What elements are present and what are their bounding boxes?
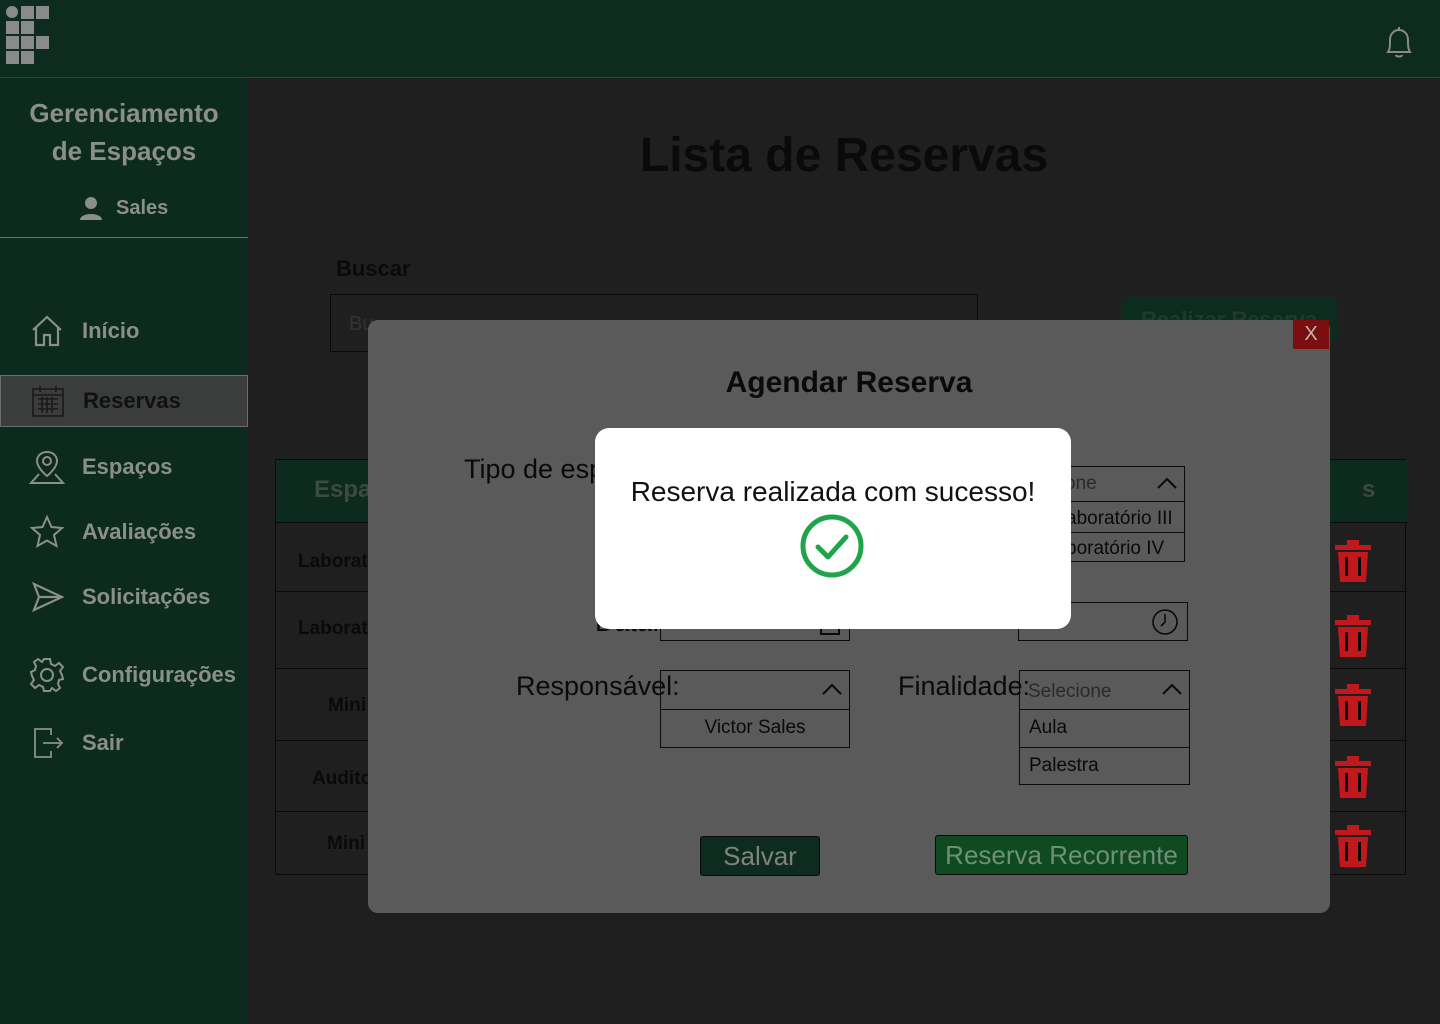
logo-icon bbox=[6, 6, 52, 66]
sidebar-item-configuracoes[interactable]: Configurações bbox=[0, 649, 248, 701]
table-header-acoes: s bbox=[1362, 476, 1376, 503]
sidebar-item-sair[interactable]: Sair bbox=[0, 717, 248, 769]
sidebar-item-espacos[interactable]: Espaços bbox=[0, 441, 248, 493]
select-option[interactable]: aboratório III bbox=[1057, 501, 1184, 532]
select-option[interactable]: Victor Sales bbox=[661, 709, 849, 748]
success-dialog: Reserva realizada com sucesso! bbox=[595, 428, 1071, 629]
responsavel-label: Responsável: bbox=[516, 671, 680, 701]
tipo-espaco-select[interactable]: one aboratório III boratório IV bbox=[1056, 466, 1185, 562]
finalidade-select[interactable]: Selecione Aula Palestra bbox=[1019, 670, 1190, 785]
map-pin-icon bbox=[28, 448, 66, 486]
trash-icon[interactable] bbox=[1334, 614, 1372, 658]
sidebar-item-inicio[interactable]: Início bbox=[0, 305, 248, 357]
bell-icon[interactable] bbox=[1380, 24, 1418, 62]
select-option[interactable]: Aula bbox=[1020, 709, 1189, 747]
table-header-espaco: Espa bbox=[314, 476, 372, 503]
salvar-button[interactable]: Salvar bbox=[700, 836, 820, 876]
sidebar-item-label: Reservas bbox=[83, 388, 181, 413]
modal-title: Agendar Reserva bbox=[725, 366, 973, 399]
search-label: Buscar bbox=[336, 256, 411, 281]
responsavel-select[interactable]: Victor Sales bbox=[660, 670, 850, 748]
sidebar-item-avaliacoes[interactable]: Avaliações bbox=[0, 506, 248, 558]
select-option[interactable]: boratório IV bbox=[1057, 532, 1184, 563]
clock-icon[interactable] bbox=[1151, 608, 1179, 636]
user-icon bbox=[80, 197, 102, 220]
chevron-up-icon[interactable] bbox=[1161, 681, 1183, 697]
sidebar-item-label: Espaços bbox=[82, 454, 173, 479]
sidebar-item-label: Configurações bbox=[82, 662, 237, 687]
page-title: Lista de Reservas bbox=[639, 129, 1049, 182]
app-title-line1: Gerenciamento bbox=[29, 98, 219, 128]
sidebar-item-solicitacoes[interactable]: Solicitações bbox=[0, 571, 248, 623]
sidebar: Gerenciamento de Espaços Sales Início Re… bbox=[0, 78, 248, 1024]
calendar-icon bbox=[29, 382, 67, 420]
send-icon bbox=[28, 578, 66, 616]
tipo-espaco-label: Tipo de esp bbox=[464, 454, 605, 484]
sidebar-item-label: Avaliações bbox=[82, 519, 197, 544]
app-title: Gerenciamento de Espaços bbox=[0, 94, 248, 170]
top-bar bbox=[0, 0, 1440, 78]
table-cell-espaco: Laborat bbox=[298, 551, 368, 572]
success-message: Reserva realizada com sucesso! bbox=[630, 476, 1036, 507]
reserva-recorrente-button[interactable]: Reserva Recorrente bbox=[935, 835, 1188, 875]
user-profile[interactable]: Sales bbox=[78, 193, 168, 223]
sidebar-divider bbox=[0, 237, 248, 238]
logout-icon bbox=[28, 724, 66, 762]
table-cell-espaco: Laborat bbox=[298, 618, 368, 639]
chevron-up-icon[interactable] bbox=[821, 681, 843, 697]
sidebar-item-label: Solicitações bbox=[82, 584, 211, 609]
trash-icon[interactable] bbox=[1334, 755, 1372, 799]
finalidade-label: Finalidade: bbox=[898, 671, 1031, 701]
trash-icon[interactable] bbox=[1334, 683, 1372, 727]
select-option[interactable]: Palestra bbox=[1020, 747, 1189, 785]
close-button[interactable]: X bbox=[1293, 320, 1329, 349]
gear-icon bbox=[28, 656, 66, 694]
star-icon bbox=[28, 513, 66, 551]
chevron-up-icon[interactable] bbox=[1156, 475, 1178, 491]
sidebar-item-label: Início bbox=[82, 318, 140, 343]
home-icon bbox=[28, 312, 66, 350]
trash-icon[interactable] bbox=[1334, 539, 1372, 583]
sidebar-item-reservas[interactable]: Reservas bbox=[0, 375, 248, 427]
check-circle-icon bbox=[800, 514, 864, 578]
user-name: Sales bbox=[116, 196, 169, 219]
sidebar-item-label: Sair bbox=[82, 730, 124, 755]
app-title-line2: de Espaços bbox=[51, 136, 197, 166]
trash-icon[interactable] bbox=[1334, 824, 1372, 868]
